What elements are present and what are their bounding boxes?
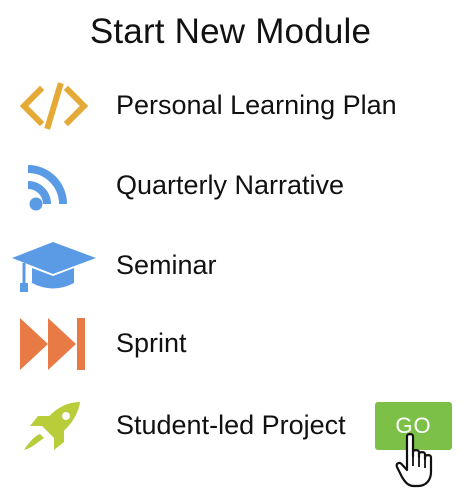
module-label: Personal Learning Plan: [116, 90, 397, 120]
page-title: Start New Module: [89, 12, 372, 51]
hand-pointer-icon: [394, 432, 438, 490]
module-label: Sprint: [116, 328, 187, 358]
module-option-personal-learning-plan[interactable]: Personal Learning Plan: [0, 76, 461, 136]
graduation-cap-icon: [10, 236, 100, 296]
fast-forward-icon: [14, 314, 94, 374]
module-option-sprint[interactable]: Sprint: [0, 314, 461, 374]
rocket-icon: [14, 396, 94, 456]
module-label: Student-led Project: [116, 410, 346, 440]
module-label: Seminar: [116, 250, 217, 280]
module-option-seminar[interactable]: Seminar: [0, 236, 461, 296]
module-option-quarterly-narrative[interactable]: Quarterly Narrative: [0, 156, 461, 216]
module-label: Quarterly Narrative: [116, 170, 345, 200]
rss-icon: [14, 156, 94, 216]
start-module-panel: Start New Module Personal Learning Plan …: [0, 0, 461, 497]
code-icon: [14, 76, 94, 136]
